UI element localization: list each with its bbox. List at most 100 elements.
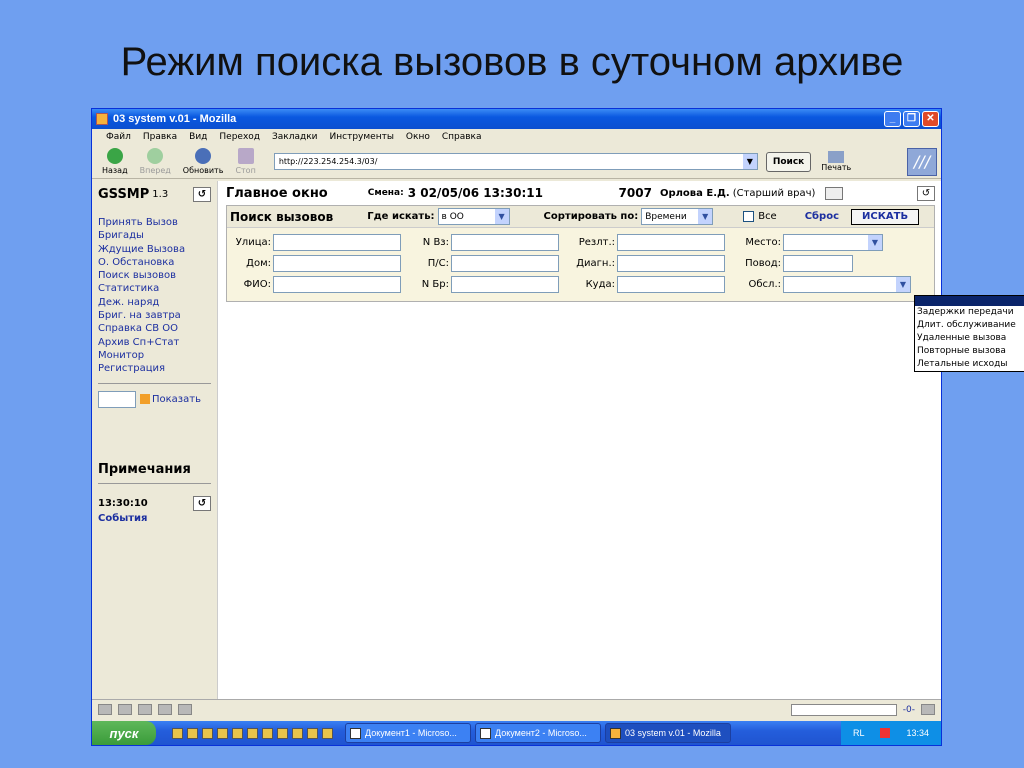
search-fields: Улица: N Вз: Резлт.: Место: ▼ Дом: П/С: … [227,228,934,301]
quick-launch-icon[interactable] [292,727,303,739]
chevron-down-icon: ▼ [494,209,509,224]
show-input[interactable] [98,390,136,408]
house-input[interactable] [273,255,401,272]
street-label: Улица: [235,237,271,248]
sidebar-item-tomorrow-brigades[interactable]: Бриг. на завтра [98,309,211,322]
where-select[interactable]: в ОО ▼ [437,208,510,225]
search-button[interactable]: Поиск [765,151,812,172]
dropdown-highlighted-empty-option[interactable] [915,296,1024,306]
menu-window[interactable]: Окно [406,132,430,142]
place-select[interactable]: ▼ [783,234,883,251]
sidebar-item-waiting-calls[interactable]: Ждущие Вызова [98,243,211,256]
composer-icon[interactable] [138,704,152,715]
reload-button[interactable]: Обновить [183,148,223,175]
menu-file[interactable]: Файл [106,132,131,142]
find-button[interactable]: ИСКАТЬ [851,208,920,225]
reset-link[interactable]: Сброс [805,211,839,222]
mail-icon[interactable] [118,704,132,715]
result-input[interactable] [617,234,725,251]
forward-button[interactable]: Вперед [140,148,171,175]
ps-input[interactable] [451,255,559,272]
service-option-delays[interactable]: Задержки передачи [915,306,1024,319]
service-option-deleted[interactable]: Удаленные вызова [915,332,1024,345]
window-titlebar[interactable]: 03 system v.01 - Mozilla _ ❐ ✕ [92,109,941,129]
quick-launch-icon[interactable] [232,727,243,739]
task-label: Документ1 - Microso... [365,728,457,738]
reason-input[interactable] [783,255,853,272]
sidebar-item-reference[interactable]: Справка СВ ОО [98,322,211,335]
menu-bookmarks[interactable]: Закладки [272,132,318,142]
quick-launch-icon[interactable] [247,727,258,739]
security-icon[interactable] [921,704,935,715]
sidebar-item-statistics[interactable]: Статистика [98,282,211,295]
user-role: (Старший врач) [732,187,816,199]
service-option-lethal[interactable]: Летальные исходы [915,358,1024,371]
addressbook-icon[interactable] [158,704,172,715]
language-indicator[interactable]: RL [853,728,865,738]
events-link[interactable]: События [98,513,211,524]
quick-launch-icon[interactable] [202,727,213,739]
print-label: Печать [821,163,852,172]
num-br-label: N Бр: [421,279,449,290]
url-field[interactable]: http://223.254.254.3/03/ ▼ [273,153,758,170]
num-vz-input[interactable] [451,234,559,251]
quick-launch-icon[interactable] [307,727,318,739]
service-select[interactable]: ▼ [783,276,911,293]
sort-select[interactable]: Времени ▼ [641,208,714,225]
sidebar-item-situation[interactable]: О. Обстановка [98,256,211,269]
menu-view[interactable]: Вид [189,132,207,142]
sidebar-item-brigades[interactable]: Бригады [98,229,211,242]
num-br-input[interactable] [451,276,559,293]
sidebar-item-registration[interactable]: Регистрация [98,362,211,375]
all-checkbox[interactable] [743,211,755,222]
fio-input[interactable] [273,276,401,293]
street-input[interactable] [273,234,401,251]
quick-launch-icon[interactable] [277,727,288,739]
print-button[interactable]: Печать [821,151,851,172]
start-button[interactable]: пуск [92,721,156,745]
task-mozilla[interactable]: 03 system v.01 - Mozilla [605,723,731,743]
menu-go[interactable]: Переход [219,132,260,142]
diag-label: Диагн.: [576,258,615,269]
menu-tools[interactable]: Инструменты [330,132,394,142]
sidebar-item-archive[interactable]: Архив Сп+Стат [98,336,211,349]
navigator-icon[interactable] [98,704,112,715]
menu-edit[interactable]: Правка [143,132,177,142]
header-refresh-icon[interactable]: ↺ [916,185,935,201]
task-label: Документ2 - Microso... [495,728,587,738]
back-button[interactable]: Назад [102,148,128,175]
url-dropdown-icon[interactable]: ▼ [742,154,757,169]
sidebar-item-search-calls[interactable]: Поиск вызовов [98,269,211,282]
service-option-repeat[interactable]: Повторные вызова [915,345,1024,358]
where-to-input[interactable] [617,276,725,293]
tray-icon[interactable] [880,728,891,738]
quick-launch-icon[interactable] [322,727,333,739]
close-button[interactable]: ✕ [922,111,939,127]
quick-launch-icon[interactable] [172,727,183,739]
user-number: 7007 [618,186,652,200]
show-link[interactable]: Показать [152,394,201,405]
sidebar-item-monitor[interactable]: Монитор [98,349,211,362]
quick-launch-icon[interactable] [262,727,273,739]
service-option-long[interactable]: Длит. обслуживание [915,319,1024,332]
house-label: Дом: [246,258,271,269]
print-icon[interactable] [825,186,844,200]
maximize-button[interactable]: ❐ [903,111,920,127]
minimize-button[interactable]: _ [884,111,901,127]
quick-launch-icon[interactable] [217,727,228,739]
menu-bar: Файл Правка Вид Переход Закладки Инструм… [92,129,941,145]
diag-input[interactable] [617,255,725,272]
task-document2[interactable]: Документ2 - Microso... [475,723,601,743]
menu-help[interactable]: Справка [442,132,482,142]
notes-refresh-icon[interactable]: ↺ [193,495,211,511]
sidebar-item-duty[interactable]: Деж. наряд [98,296,211,309]
refresh-icon[interactable]: ↺ [193,187,211,202]
irc-icon[interactable] [178,704,192,715]
task-label: 03 system v.01 - Mozilla [625,728,721,738]
stop-button[interactable]: Стоп [235,148,256,175]
notes-divider [98,482,211,484]
window-title: 03 system v.01 - Mozilla [113,113,237,125]
task-document1[interactable]: Документ1 - Microso... [345,723,471,743]
quick-launch-icon[interactable] [187,727,198,739]
sidebar-item-accept-call[interactable]: Принять Вызов [98,216,211,229]
